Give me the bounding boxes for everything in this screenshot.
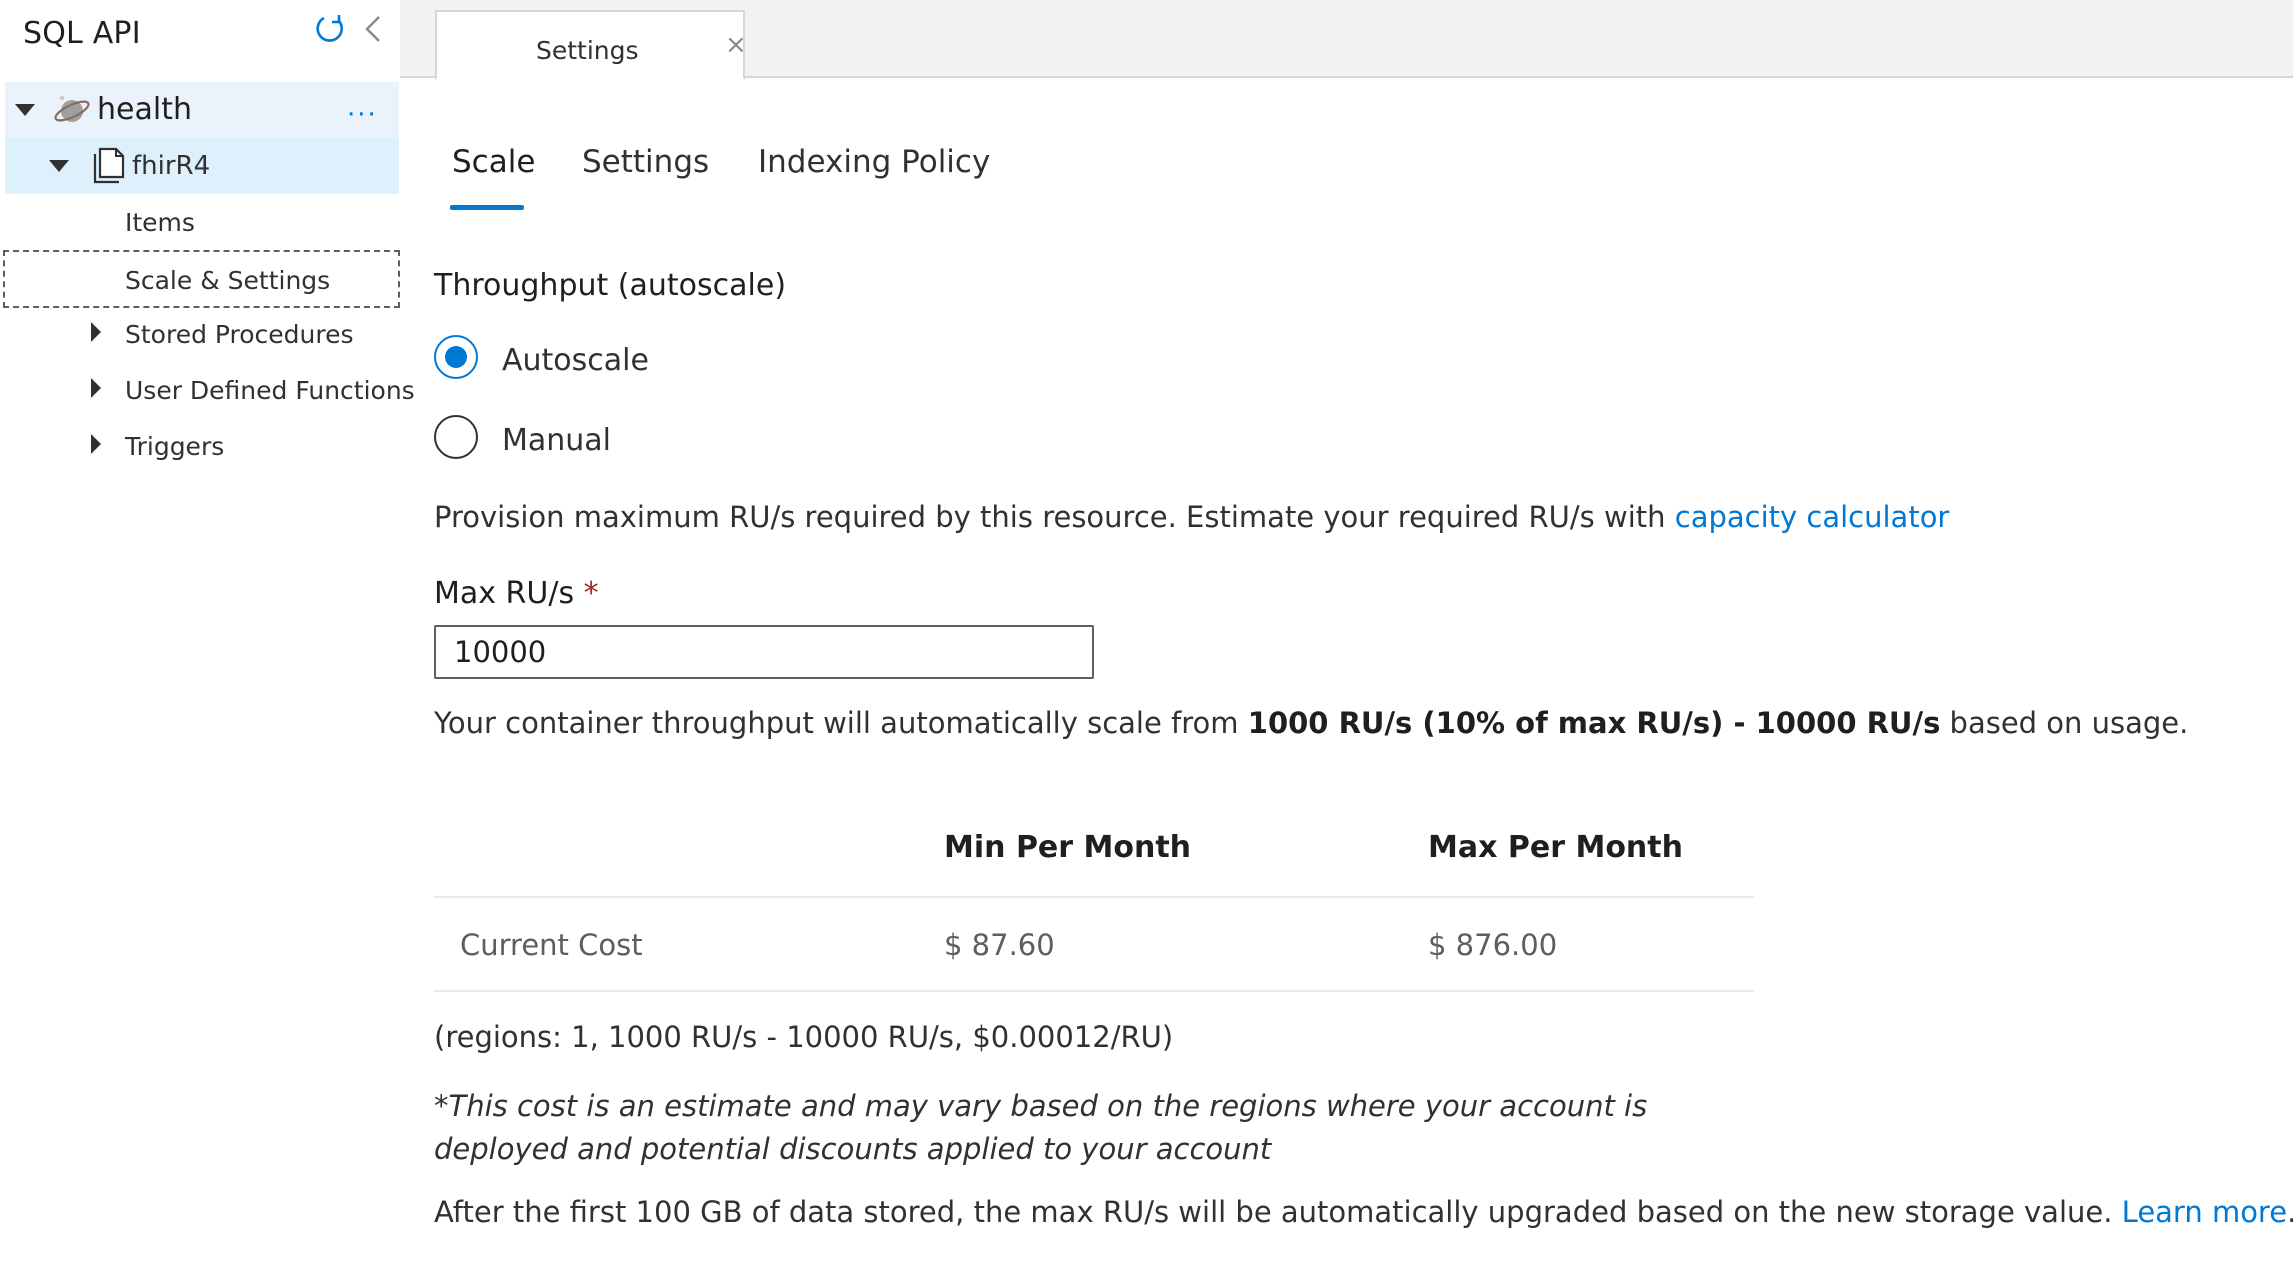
tree-item-user-defined-functions[interactable]: User Defined Functions [5,364,415,420]
regions-text: (regions: 1, 1000 RU/s - 10000 RU/s, $0.… [434,1020,1174,1054]
scale-text-pre: Your container throughput will automatic… [434,706,1248,740]
tree-item-label: User Defined Functions [125,376,415,405]
tree-item-label: Items [125,208,195,237]
caret-down-icon[interactable] [49,160,69,172]
collapse-chevron-icon[interactable] [362,14,384,44]
autoscale-range-text: Your container throughput will automatic… [434,706,2188,740]
database-label: health [97,92,192,127]
column-header-min: Min Per Month [944,830,1192,865]
period: . [2287,1195,2293,1229]
tree-item-collection[interactable]: fhirR4 [5,138,399,194]
active-tab-indicator [450,205,524,210]
close-icon[interactable]: × [725,30,747,60]
table-divider [434,990,1754,992]
caret-down-icon[interactable] [15,104,35,116]
learn-more-link[interactable]: Learn more [2122,1195,2287,1229]
scale-text-post: based on usage. [1940,706,2189,740]
max-rus-input[interactable] [434,625,1094,679]
subtab-scale[interactable]: Scale [452,144,535,180]
document-tab-strip: Settings × [400,0,2293,80]
collection-label: fhirR4 [132,151,211,181]
collection-document-icon [93,147,125,184]
storage-upgrade-description: After the first 100 GB of data stored, t… [434,1195,2122,1229]
tree-item-triggers[interactable]: Triggers [5,420,399,476]
refresh-icon[interactable] [314,12,346,44]
sidebar-header: SQL API [0,0,400,76]
estimate-disclaimer: *This cost is an estimate and may vary b… [434,1089,1648,1166]
storage-upgrade-text: After the first 100 GB of data stored, t… [434,1195,2293,1229]
max-rus-label: Max RU/s * [434,576,599,611]
more-icon[interactable]: ··· [347,100,378,130]
radio-label: Manual [502,423,612,458]
caret-right-icon[interactable] [91,378,101,398]
tab-settings[interactable]: Settings × [435,10,747,80]
max-cost-value: $ 876.00 [1428,928,1558,962]
tree-item-label: Stored Procedures [125,320,354,349]
provision-text: Provision maximum RU/s required by this … [434,500,1949,534]
throughput-title: Throughput (autoscale) [434,268,787,303]
database-planet-icon [54,96,90,122]
tree-item-database[interactable]: health ··· [5,82,399,138]
radio-circle-checked[interactable] [434,335,478,379]
radio-circle[interactable] [434,415,478,459]
tree-item-scale-settings[interactable]: Scale & Settings [3,250,400,308]
radio-dot [445,346,467,368]
subtab-indexing-policy[interactable]: Indexing Policy [758,144,990,180]
capacity-calculator-link[interactable]: capacity calculator [1675,500,1950,534]
row-label: Current Cost [460,928,643,962]
subtab-settings[interactable]: Settings [582,144,709,180]
api-title: SQL API [23,16,141,51]
min-cost-value: $ 87.60 [944,928,1055,962]
column-header-max: Max Per Month [1428,830,1683,865]
caret-right-icon[interactable] [91,322,101,342]
radio-label: Autoscale [502,343,649,378]
tree-item-label: Triggers [125,432,225,461]
provision-description: Provision maximum RU/s required by this … [434,500,1675,534]
table-divider [434,896,1754,898]
resource-tree-sidebar: SQL API health ··· fhirR4 Items Scale & … [0,0,415,1278]
caret-right-icon[interactable] [91,434,101,454]
tree-item-items[interactable]: Items [5,196,399,250]
tree-item-label: Scale & Settings [125,266,331,295]
scale-range: 1000 RU/s (10% of max RU/s) - 10000 RU/s [1247,706,1941,740]
tab-label: Settings [536,36,639,65]
required-indicator: * [583,576,599,611]
tree-item-stored-procedures[interactable]: Stored Procedures [5,308,399,364]
max-rus-label-text: Max RU/s [434,576,575,611]
